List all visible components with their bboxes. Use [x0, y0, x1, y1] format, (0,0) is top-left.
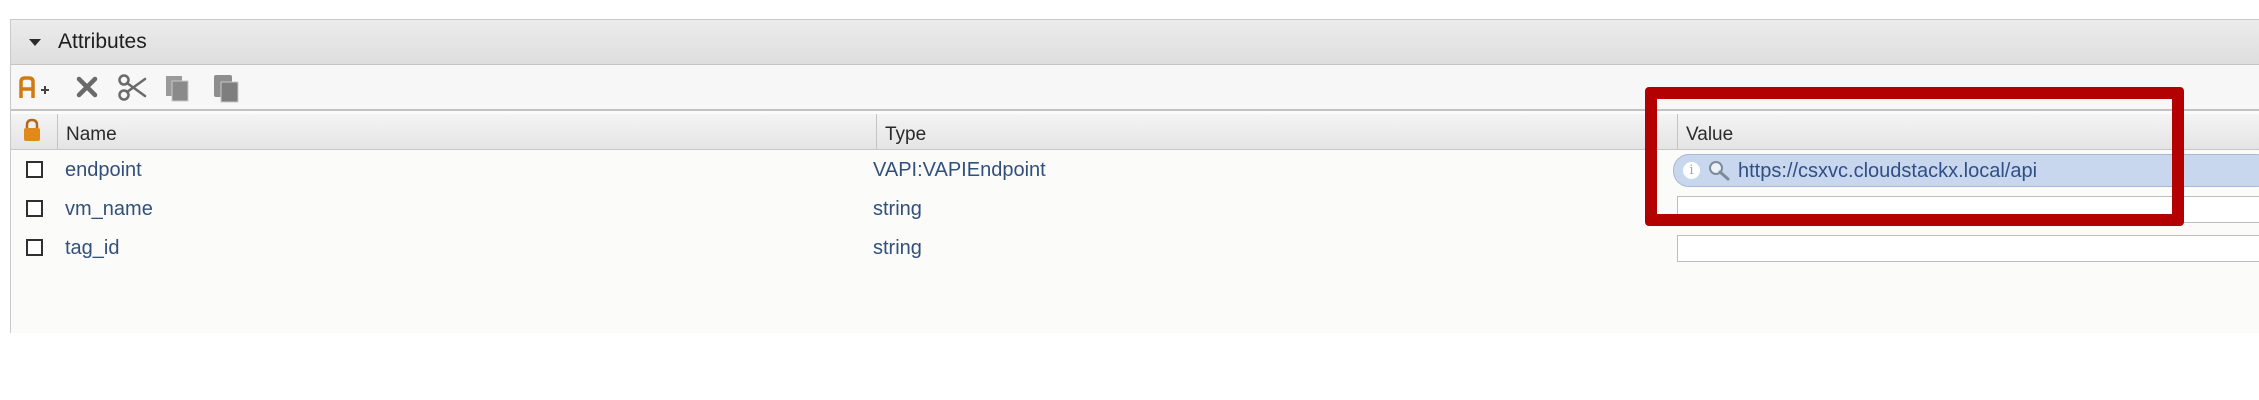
- column-header-name[interactable]: Name: [57, 114, 876, 150]
- row-type: string: [873, 198, 922, 220]
- row-type: string: [873, 237, 922, 259]
- paste-button[interactable]: [209, 72, 245, 104]
- row-checkbox[interactable]: [26, 239, 43, 256]
- row-name: tag_id: [65, 237, 120, 259]
- highlight-annotation: [1645, 87, 2184, 226]
- row-type: VAPI:VAPIEndpoint: [873, 159, 1046, 181]
- column-name-label: Name: [66, 124, 117, 145]
- column-type-label: Type: [885, 124, 927, 145]
- row-checkbox[interactable]: [26, 200, 43, 217]
- triangle-down-icon[interactable]: [29, 39, 41, 46]
- value-input[interactable]: [1677, 235, 2259, 262]
- delete-button[interactable]: [71, 72, 107, 104]
- cut-button[interactable]: [115, 72, 151, 104]
- column-header-type[interactable]: Type: [876, 114, 1677, 150]
- panel-header[interactable]: Attributes: [11, 20, 2259, 65]
- scissors-icon: [118, 74, 147, 101]
- table-row[interactable]: tag_id string: [11, 229, 2259, 268]
- delete-x-icon: [76, 76, 98, 98]
- add-attribute-icon: [19, 76, 49, 98]
- add-attribute-button[interactable]: [17, 72, 53, 104]
- copy-icon: [166, 76, 189, 102]
- panel-title: Attributes: [58, 30, 147, 53]
- row-name: vm_name: [65, 198, 153, 220]
- row-name: endpoint: [65, 159, 142, 181]
- lock-icon: [24, 118, 40, 141]
- row-checkbox[interactable]: [26, 161, 43, 178]
- lock-column-header[interactable]: [11, 114, 57, 150]
- paste-icon: [214, 75, 239, 103]
- copy-button[interactable]: [161, 72, 197, 104]
